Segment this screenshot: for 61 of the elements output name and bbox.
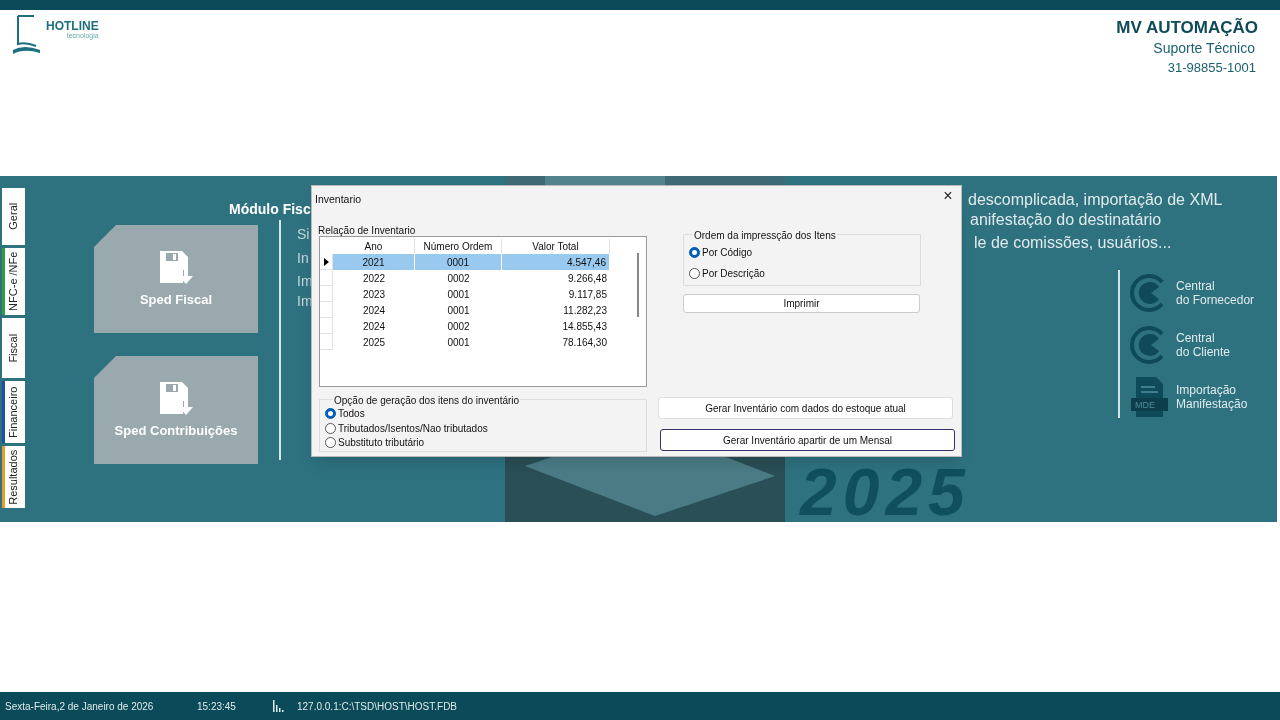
table-cell-text: 2025 [361,335,387,350]
table-cell-text: 0001 [446,303,471,318]
group-label: Relação de Inventario [318,224,416,238]
table-cell-text: 2024 [361,303,387,318]
table-cell-text: 2022 [361,271,387,286]
radio-button[interactable] [325,437,336,448]
radio-button[interactable] [325,408,336,419]
group-label: Opção de geração dos itens do inventário [333,393,521,408]
action-button[interactable]: Gerar Inventário com dados do estoque atual [658,397,953,419]
table-cell-text: 0001 [446,335,471,350]
side-tab[interactable]: Fiscal [2,318,25,378]
logo-text: HOTLINE [46,20,99,32]
action-button[interactable]: Gerar Inventário apartir de um Mensal [660,429,955,451]
radio-button[interactable] [689,268,700,279]
table-cell: 0001 [415,254,502,270]
support-label: Suporte Técnico [1153,39,1255,57]
radio-option[interactable]: Todos [325,406,365,421]
date-text: Sexta-Feira,2 de Janeiro de 2026 [5,699,155,714]
signal-icon [273,700,285,712]
current-row-icon [323,257,329,266]
radio-button[interactable] [689,247,700,258]
group-label: Ordem da impressção dos Itens [693,228,837,243]
phone-number: 31-98855-1001 [1167,59,1256,77]
radio-option[interactable]: Por Código [689,245,753,260]
logo-icon [12,14,42,54]
description-text: In [297,249,309,268]
side-tab[interactable]: Resultados [2,446,25,508]
table-cell-text: 2024 [361,319,387,334]
mde-label: MDE [1135,399,1155,412]
print-button[interactable]: Imprimir [683,294,920,313]
table-cell-text: 2023 [361,287,387,302]
dialog-title: Inventario [315,192,362,207]
close-button[interactable]: × [940,187,956,205]
table-cell-text: 0001 [446,287,471,302]
link-text[interactable]: Importação Manifestação [1176,383,1248,411]
table-cell-text: 0002 [446,319,471,334]
database-path: 127.0.0.1:C:\TSD\HOST\HOST.FDB [297,699,458,714]
table-cell-text: 14.855,43 [561,319,608,334]
side-tab[interactable]: Geral [2,188,25,245]
table-cell-text: 9.117,85 [567,287,608,302]
table-cell-text: 0002 [446,271,471,286]
time-text: 15:23:45 [197,699,237,714]
description-text: anifestação do destinatário [970,210,1162,230]
radio-option[interactable]: Tributados/Isentos/Nao tributados [325,420,488,436]
side-tab[interactable]: NFC-e /NFe [2,248,25,315]
link-text[interactable]: Central do Fornecedor [1176,279,1255,307]
table-cell: 4.547,46 [502,254,610,270]
link-text[interactable]: Central do Cliente [1176,331,1231,359]
description-text: descomplicada, importação de XML [968,190,1223,210]
side-tab[interactable]: Financeiro [2,381,25,443]
description-text: le de comissões, usuários... [974,233,1172,253]
table-cell-text: 78.164,30 [561,335,608,350]
radio-button[interactable] [325,422,336,434]
table-cell-text: 9.266,48 [567,271,608,286]
company-name: MV AUTOMAÇÃO [1116,17,1258,39]
radio-option[interactable]: Substituto tributário [325,435,425,450]
table-cell-text: 11.282,23 [562,303,608,318]
module-heading: Módulo Fisc [229,200,311,219]
radio-option[interactable]: Por Descrição [689,266,765,281]
table-cell: 2021 [333,254,415,270]
description-text: Si [297,225,310,244]
